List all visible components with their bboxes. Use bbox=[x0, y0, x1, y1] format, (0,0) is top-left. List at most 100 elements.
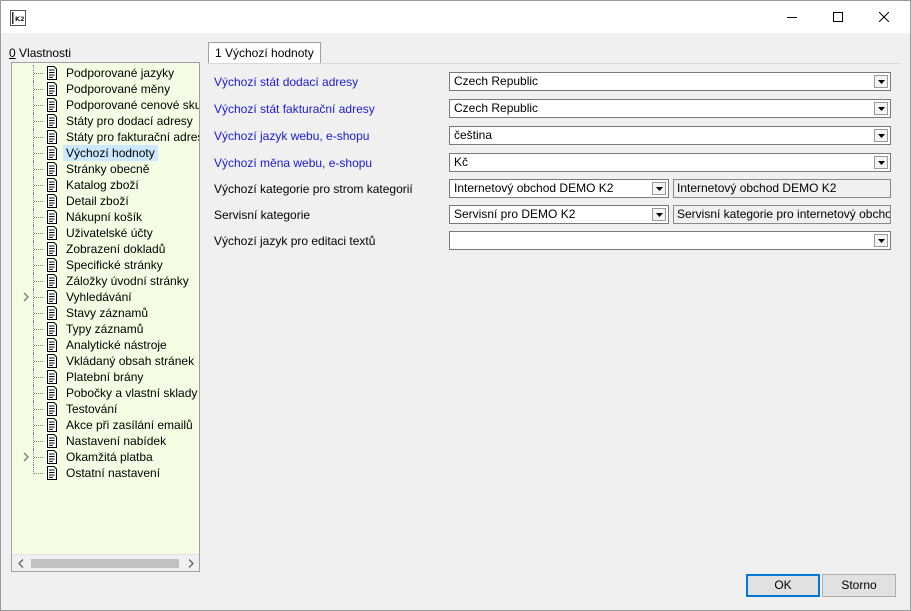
document-icon bbox=[45, 242, 59, 256]
tree-item[interactable]: Katalog zboží bbox=[12, 177, 199, 193]
label-default-edit-language: Výchozí jazyk pro editaci textů bbox=[214, 234, 376, 248]
tree-item[interactable]: Podporované měny bbox=[12, 81, 199, 97]
document-icon bbox=[45, 466, 59, 480]
tree-connector-branch bbox=[34, 441, 43, 442]
tree-item-label: Zobrazení dokladů bbox=[66, 242, 166, 256]
tree-item-label: Testování bbox=[66, 402, 118, 416]
tree-item-label: Typy záznamů bbox=[66, 322, 144, 336]
tree-item[interactable]: Nákupní košík bbox=[12, 209, 199, 225]
minimize-button[interactable] bbox=[769, 1, 815, 33]
tree-item[interactable]: Okamžitá platba bbox=[12, 449, 199, 465]
tree-item[interactable]: Detail zboží bbox=[12, 193, 199, 209]
tree-connector-branch bbox=[34, 169, 43, 170]
tree-item-label: Platební brány bbox=[66, 370, 144, 384]
tree-item[interactable]: Nastavení nabídek bbox=[12, 433, 199, 449]
scroll-right-button[interactable] bbox=[182, 555, 199, 571]
document-icon bbox=[45, 402, 59, 416]
tree-item[interactable]: Platební brány bbox=[12, 369, 199, 385]
scroll-left-button[interactable] bbox=[12, 555, 29, 571]
combo-default-web-language[interactable]: čeština bbox=[449, 126, 891, 145]
label-default-category-tree: Výchozí kategorie pro strom kategorií bbox=[214, 182, 413, 196]
chevron-down-icon bbox=[877, 133, 885, 138]
tree-item-label: Ostatní nastavení bbox=[66, 466, 161, 480]
tree-item-label: Vkládaný obsah stránek bbox=[66, 354, 195, 368]
tree-item[interactable]: Akce při zasílání emailů bbox=[12, 417, 199, 433]
tree-connector-branch bbox=[34, 457, 43, 458]
tree-item[interactable]: Analytické nástroje bbox=[12, 337, 199, 353]
tree-item[interactable]: Státy pro fakturační adresy bbox=[12, 129, 199, 145]
document-icon bbox=[45, 258, 59, 272]
tree-item[interactable]: Vyhledávání bbox=[12, 289, 199, 305]
tree-connector-branch bbox=[34, 89, 43, 90]
combo-default-edit-language[interactable] bbox=[449, 231, 891, 250]
close-button[interactable] bbox=[861, 1, 907, 33]
combo-default-billing-country[interactable]: Czech Republic bbox=[449, 99, 891, 118]
tree-connector-branch bbox=[34, 105, 43, 106]
combo-value: čeština bbox=[454, 128, 493, 142]
document-icon bbox=[45, 290, 59, 304]
tree-connector-branch bbox=[34, 233, 43, 234]
chevron-down-icon bbox=[877, 160, 885, 165]
expand-arrow-icon[interactable] bbox=[21, 291, 31, 303]
tree-item-label: Akce při zasílání emailů bbox=[66, 418, 193, 432]
tree-item[interactable]: Podporované jazyky bbox=[12, 65, 199, 81]
dropdown-button[interactable] bbox=[874, 102, 888, 115]
tree-item-label: Katalog zboží bbox=[66, 178, 139, 192]
dropdown-button[interactable] bbox=[874, 75, 888, 88]
tree-connector-branch bbox=[34, 73, 43, 74]
document-icon bbox=[45, 194, 59, 208]
tree-item[interactable]: Záložky úvodní stránky bbox=[12, 273, 199, 289]
tree-item[interactable]: Výchozí hodnoty bbox=[12, 145, 199, 161]
title-bar: K2 bbox=[1, 1, 910, 33]
dropdown-button[interactable] bbox=[874, 129, 888, 142]
label-default-web-language: Výchozí jazyk webu, e-shopu bbox=[214, 129, 370, 143]
app-icon: K2 bbox=[10, 10, 26, 26]
cancel-button[interactable]: Storno bbox=[822, 574, 896, 597]
tree-connector-branch bbox=[34, 185, 43, 186]
expand-arrow-icon[interactable] bbox=[21, 451, 31, 463]
tree-item[interactable]: Specifické stránky bbox=[12, 257, 199, 273]
tree-connector-branch bbox=[34, 377, 43, 378]
combo-default-category-tree[interactable]: Internetový obchod DEMO K2 bbox=[449, 179, 669, 198]
tree-item[interactable]: Vkládaný obsah stránek bbox=[12, 353, 199, 369]
dropdown-button[interactable] bbox=[652, 208, 666, 221]
tree-item[interactable]: Stránky obecně bbox=[12, 161, 199, 177]
tree-item-label: Analytické nástroje bbox=[66, 338, 167, 352]
tree-connector-branch bbox=[34, 249, 43, 250]
tree-item[interactable]: Testování bbox=[12, 401, 199, 417]
scroll-left-icon bbox=[17, 559, 23, 568]
tree-item[interactable]: Státy pro dodací adresy bbox=[12, 113, 199, 129]
tree-item[interactable]: Pobočky a vlastní sklady bbox=[12, 385, 199, 401]
maximize-icon bbox=[833, 12, 843, 22]
tree-item[interactable]: Stavy záznamů bbox=[12, 305, 199, 321]
document-icon bbox=[45, 146, 59, 160]
maximize-button[interactable] bbox=[815, 1, 861, 33]
combo-value: Servisní pro DEMO K2 bbox=[454, 207, 576, 221]
combo-default-web-currency[interactable]: Kč bbox=[449, 153, 891, 172]
tree-item-label: Nákupní košík bbox=[66, 210, 143, 224]
tree-item[interactable]: Podporované cenové skupiny bbox=[12, 97, 199, 113]
tree-item[interactable]: Uživatelské účty bbox=[12, 225, 199, 241]
combo-service-category[interactable]: Servisní pro DEMO K2 bbox=[449, 205, 669, 224]
ok-button[interactable]: OK bbox=[746, 574, 820, 597]
tree-item-label: Státy pro fakturační adresy bbox=[66, 130, 200, 144]
dropdown-button[interactable] bbox=[652, 182, 666, 195]
tree-item[interactable]: Zobrazení dokladů bbox=[12, 241, 199, 257]
dropdown-button[interactable] bbox=[874, 234, 888, 247]
tab-default-values[interactable]: 1 Výchozí hodnoty bbox=[208, 42, 321, 64]
tree-connector-branch bbox=[34, 297, 43, 298]
combo-value: Kč bbox=[454, 155, 469, 169]
tree-item[interactable]: Typy záznamů bbox=[12, 321, 199, 337]
tree-item[interactable]: Ostatní nastavení bbox=[12, 465, 199, 481]
chevron-down-icon bbox=[655, 212, 663, 217]
tree-item-label: Detail zboží bbox=[66, 194, 129, 208]
tree-connector-branch bbox=[34, 393, 43, 394]
properties-tree[interactable]: Podporované jazyky Podporované měny Podpor… bbox=[11, 62, 200, 572]
tree-item-label: Záložky úvodní stránky bbox=[66, 274, 189, 288]
minimize-icon bbox=[787, 17, 797, 18]
combo-default-delivery-country[interactable]: Czech Republic bbox=[449, 72, 891, 91]
tree-horizontal-scrollbar[interactable] bbox=[12, 554, 199, 571]
tree-connector-branch bbox=[34, 153, 43, 154]
scroll-thumb[interactable] bbox=[31, 559, 179, 568]
dropdown-button[interactable] bbox=[874, 156, 888, 169]
